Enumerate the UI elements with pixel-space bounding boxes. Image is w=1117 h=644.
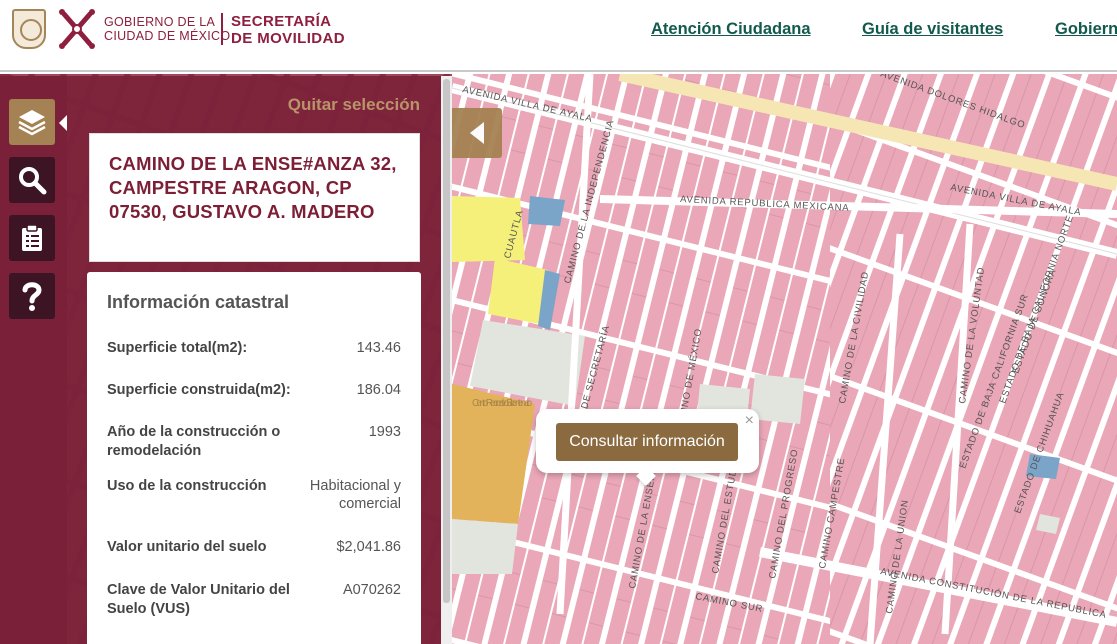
info-title: Información catastral xyxy=(107,292,290,312)
nav-link-gobierno[interactable]: Gobierno xyxy=(1055,20,1117,39)
gov-line-1: GOBIERNO DE LA xyxy=(104,15,216,29)
collapse-panel-button[interactable] xyxy=(452,108,502,158)
clipboard-icon xyxy=(22,224,42,251)
info-label: Superficie total(m2): xyxy=(107,340,248,356)
help-icon xyxy=(22,282,42,311)
info-label: Año de la construcción o remodelación xyxy=(107,424,281,459)
popup-close-icon[interactable]: × xyxy=(745,412,754,430)
cdmx-logo xyxy=(59,9,95,49)
search-button[interactable] xyxy=(9,157,55,203)
secretaria-wordmark: SECRETARÍA DE MOVILIDAD xyxy=(231,13,345,47)
info-label: Uso de la construcción xyxy=(107,478,267,494)
site-header: GOBIERNO DE LA CIUDAD DE MÉXICO SECRETAR… xyxy=(0,0,1117,72)
info-label: Valor unitario del suelo xyxy=(107,539,267,555)
nav-link-guia[interactable]: Guía de visitantes xyxy=(862,20,1003,39)
help-button[interactable] xyxy=(9,273,55,319)
chevron-left-icon xyxy=(470,122,484,144)
clear-selection-link[interactable]: Quitar selección xyxy=(270,95,420,115)
info-value: A070262 xyxy=(342,582,401,598)
layers-button[interactable] xyxy=(9,99,55,145)
sec-line-2: DE MOVILIDAD xyxy=(231,30,345,47)
info-value: $2,041.86 xyxy=(336,539,401,555)
info-value: 186.04 xyxy=(356,382,401,398)
report-button[interactable] xyxy=(9,215,55,261)
info-label: Clave de Valor Unitario del Suelo (VUS) xyxy=(107,582,290,617)
government-wordmark: GOBIERNO DE LA CIUDAD DE MÉXICO xyxy=(104,15,230,43)
panel-scrollbar-thumb[interactable] xyxy=(443,79,450,603)
search-icon xyxy=(19,167,47,195)
info-label: Superficie construida(m2): xyxy=(107,382,291,398)
active-tool-pointer xyxy=(59,115,67,131)
park-label: Centro Recreativo Bicentenario xyxy=(472,398,532,409)
info-value: Habitacional y comercial xyxy=(309,478,401,512)
info-value: 1993 xyxy=(368,424,401,440)
sec-line-1: SECRETARÍA xyxy=(231,13,332,30)
nav-link-atencion[interactable]: Atención Ciudadana xyxy=(651,20,811,39)
address-text: CAMINO DE LA ENSE#ANZA 32, CAMPESTRE ARA… xyxy=(109,153,397,222)
map-popup: × Consultar información xyxy=(536,409,759,486)
cadastral-info-card: Información catastral Superficie total(m… xyxy=(87,272,421,644)
info-value: 143.46 xyxy=(356,340,401,356)
gov-line-2: CIUDAD DE MÉXICO xyxy=(104,29,231,43)
city-shield-logo xyxy=(12,9,46,49)
logo-divider xyxy=(221,13,223,45)
consult-info-button[interactable]: Consultar información xyxy=(556,423,738,461)
layers-icon xyxy=(18,110,46,136)
address-card: CAMINO DE LA ENSE#ANZA 32, CAMPESTRE ARA… xyxy=(89,133,420,262)
